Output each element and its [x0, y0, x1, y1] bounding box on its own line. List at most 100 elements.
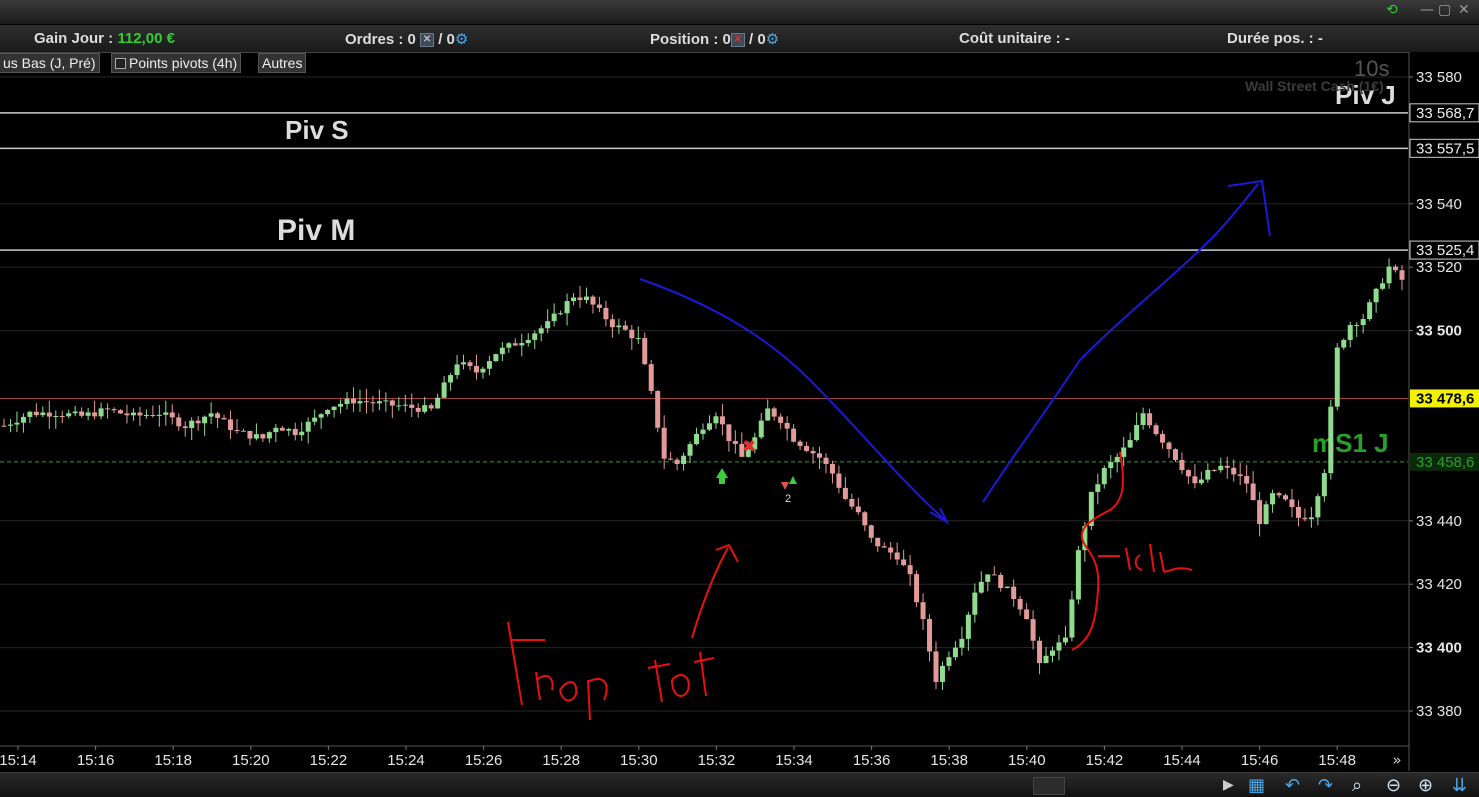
- candle-body: [493, 354, 499, 362]
- candle-body: [111, 409, 117, 411]
- candle-body: [661, 427, 667, 459]
- candle-body: [124, 413, 130, 416]
- candle-body: [842, 487, 848, 499]
- undo-icon[interactable]: ↶: [1285, 775, 1300, 796]
- candle-body: [1283, 495, 1288, 500]
- candle-body: [156, 414, 162, 416]
- blue-arrow-up-head: [1227, 179, 1271, 237]
- candle-body: [27, 411, 33, 417]
- candle-body: [1341, 339, 1347, 348]
- candle-body: [668, 458, 674, 460]
- candle-body: [965, 614, 971, 639]
- x-tick-label: 15:18: [154, 752, 192, 769]
- candle-body: [253, 434, 259, 439]
- candle-body: [551, 313, 557, 322]
- red-arrow-up-head: [715, 543, 739, 563]
- candle-body: [635, 338, 641, 340]
- candle-body: [817, 453, 822, 458]
- candle-body: [939, 665, 945, 682]
- level-name-label: Piv S: [285, 115, 349, 145]
- candle-body: [1224, 465, 1230, 468]
- candle-body: [143, 414, 149, 416]
- candle-body: [318, 414, 324, 418]
- price-chart[interactable]: Piv JPiv SPiv MmS1 J ✖2 10s Wall Street …: [0, 0, 1479, 797]
- candle-body: [545, 321, 551, 329]
- scrollbar-thumb[interactable]: [1033, 777, 1065, 795]
- candle-body: [1250, 483, 1256, 501]
- zoom-out-icon[interactable]: ⊖: [1386, 775, 1401, 796]
- candle-body: [771, 408, 777, 417]
- candle-body: [247, 431, 253, 439]
- zoom-fit-icon[interactable]: ⌕: [1352, 775, 1362, 796]
- candle-body: [441, 382, 447, 398]
- scroll-right-icon[interactable]: ▶: [1223, 777, 1234, 793]
- level-price-label: 33 458,6: [1416, 454, 1474, 471]
- candle-body: [609, 319, 615, 328]
- y-tick-label: 33 500: [1416, 323, 1462, 340]
- red-arrow-up: [691, 547, 729, 639]
- candle-body: [480, 368, 486, 373]
- candle-body: [1263, 504, 1269, 525]
- candle-body: [804, 445, 810, 451]
- candle-body: [920, 602, 926, 620]
- candle-body: [376, 401, 382, 404]
- candle-body: [978, 581, 984, 593]
- candle-body: [1205, 470, 1211, 480]
- candle-body: [1334, 347, 1340, 407]
- candle-body: [577, 297, 583, 301]
- candle-body: [1380, 283, 1386, 289]
- calendar-icon[interactable]: ▦: [1248, 775, 1265, 796]
- candle-body: [331, 406, 337, 410]
- y-tick-label: 33 420: [1416, 576, 1462, 593]
- candle-body: [473, 366, 479, 373]
- candle-body: [1198, 479, 1204, 484]
- candle-body: [1373, 288, 1379, 303]
- bottom-toolbar: ▶ ▦ ↶ ↷ ⌕ ⊖ ⊕ ⇊: [0, 772, 1479, 797]
- candle-body: [1140, 413, 1146, 426]
- zoom-in-icon[interactable]: ⊕: [1418, 775, 1433, 796]
- candle-body: [286, 428, 292, 431]
- scroll-end-icon[interactable]: ⇊: [1452, 775, 1467, 796]
- candle-body: [713, 416, 719, 424]
- candle-body: [228, 419, 234, 431]
- candle-body: [784, 422, 790, 429]
- candle-body: [1399, 270, 1405, 280]
- candle-body: [499, 347, 505, 355]
- x-tick-label: 15:16: [77, 752, 115, 769]
- candle-body: [875, 537, 881, 547]
- candle-body: [1244, 476, 1250, 484]
- x-tick-label: 15:36: [853, 752, 891, 769]
- candle-body: [240, 430, 246, 432]
- candle-body: [694, 433, 700, 445]
- candle-body: [1289, 499, 1295, 507]
- candle-body: [1172, 449, 1178, 460]
- candle-body: [1147, 413, 1153, 426]
- candle-body: [655, 390, 661, 428]
- candle-body: [312, 417, 318, 422]
- candle-body: [260, 434, 266, 439]
- candle-body: [836, 473, 842, 488]
- candle-body: [137, 412, 143, 416]
- candle-body: [1017, 599, 1023, 610]
- candle-body: [1, 425, 7, 427]
- buy-arrow-icon: [716, 468, 728, 484]
- x-tick-label: 15:22: [310, 752, 348, 769]
- level-name-label: mS1 J: [1312, 428, 1389, 458]
- candle-body: [176, 417, 182, 427]
- candle-body: [118, 410, 123, 414]
- candle-body: [959, 638, 965, 648]
- candle-body: [389, 400, 395, 406]
- redo-icon[interactable]: ↷: [1318, 775, 1333, 796]
- candle-body: [849, 498, 855, 507]
- candle-body: [396, 405, 402, 407]
- candle-body: [1386, 266, 1392, 284]
- candle-body: [719, 416, 725, 425]
- x-tick-label: 15:38: [930, 752, 968, 769]
- candle-body: [7, 424, 13, 426]
- candle-body: [33, 411, 39, 416]
- candle-body: [14, 422, 20, 425]
- candle-body: [46, 412, 52, 417]
- candle-body: [706, 423, 712, 430]
- candle-body: [506, 343, 512, 348]
- x-tick-label: 15:26: [465, 752, 503, 769]
